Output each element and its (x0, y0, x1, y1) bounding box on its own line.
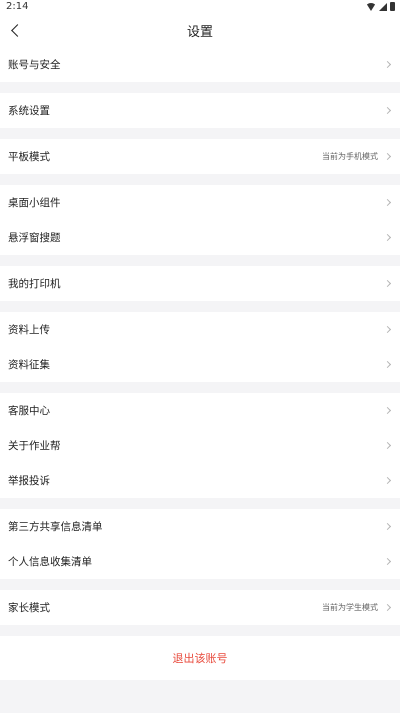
group-divider (0, 382, 400, 393)
chevron-right-icon (383, 106, 392, 115)
settings-item-account-security[interactable]: 账号与安全 (0, 47, 400, 82)
settings-item-label: 资料征集 (8, 359, 50, 371)
logout-section: 退出该账号 (0, 636, 400, 680)
settings-group-privacy: 第三方共享信息清单 个人信息收集清单 (0, 509, 400, 579)
group-divider (0, 174, 400, 185)
status-icons (366, 2, 395, 11)
logout-button[interactable]: 退出该账号 (173, 650, 228, 666)
settings-item-label: 个人信息收集清单 (8, 556, 92, 568)
wifi-icon (366, 2, 376, 11)
settings-item-tablet-mode[interactable]: 平板模式 当前为手机模式 (0, 139, 400, 174)
battery-icon (390, 2, 395, 11)
chevron-right-icon (383, 522, 392, 531)
page-title: 设置 (186, 25, 213, 40)
chevron-right-icon (383, 360, 392, 369)
settings-item-about[interactable]: 关于作业帮 (0, 428, 400, 463)
back-button[interactable] (4, 18, 28, 42)
settings-item-label: 桌面小组件 (8, 197, 61, 209)
settings-item-report[interactable]: 举报投诉 (0, 463, 400, 498)
chevron-right-icon (383, 557, 392, 566)
settings-item-personal-info-collection[interactable]: 个人信息收集清单 (0, 544, 400, 579)
settings-item-floating-search[interactable]: 悬浮窗搜题 (0, 220, 400, 255)
settings-group-system: 系统设置 (0, 93, 400, 128)
settings-group-account: 账号与安全 (0, 47, 400, 82)
group-divider (0, 579, 400, 590)
settings-item-parent-mode[interactable]: 家长模式 当前为学生模式 (0, 590, 400, 625)
settings-group-printer: 我的打印机 (0, 266, 400, 301)
settings-item-system-settings[interactable]: 系统设置 (0, 93, 400, 128)
nav-bar: 设置 (0, 14, 400, 47)
settings-group-materials: 资料上传 资料征集 (0, 312, 400, 382)
settings-item-label: 我的打印机 (8, 278, 61, 290)
settings-item-label: 客服中心 (8, 405, 50, 417)
group-divider (0, 255, 400, 266)
settings-group-parent: 家长模式 当前为学生模式 (0, 590, 400, 625)
status-time: 2:14 (6, 1, 29, 12)
group-divider (0, 625, 400, 636)
group-divider (0, 82, 400, 93)
group-divider (0, 301, 400, 312)
chevron-right-icon (383, 406, 392, 415)
settings-group-widgets: 桌面小组件 悬浮窗搜题 (0, 185, 400, 255)
chevron-right-icon (383, 233, 392, 242)
settings-item-label: 账号与安全 (8, 59, 61, 71)
signal-icon (379, 2, 387, 11)
settings-item-material-upload[interactable]: 资料上传 (0, 312, 400, 347)
settings-item-label: 平板模式 (8, 151, 50, 163)
settings-item-material-collection[interactable]: 资料征集 (0, 347, 400, 382)
settings-item-label: 资料上传 (8, 324, 50, 336)
group-divider (0, 498, 400, 509)
chevron-right-icon (383, 325, 392, 334)
settings-item-value: 当前为手机模式 (322, 152, 378, 161)
chevron-right-icon (383, 60, 392, 69)
settings-item-my-printer[interactable]: 我的打印机 (0, 266, 400, 301)
chevron-right-icon (383, 198, 392, 207)
settings-group-tablet: 平板模式 当前为手机模式 (0, 139, 400, 174)
settings-item-label: 悬浮窗搜题 (8, 232, 61, 244)
settings-item-customer-service[interactable]: 客服中心 (0, 393, 400, 428)
settings-item-label: 举报投诉 (8, 475, 50, 487)
group-divider (0, 128, 400, 139)
settings-item-third-party-sharing[interactable]: 第三方共享信息清单 (0, 509, 400, 544)
chevron-right-icon (383, 279, 392, 288)
chevron-right-icon (383, 476, 392, 485)
settings-item-label: 系统设置 (8, 105, 50, 117)
settings-item-value: 当前为学生模式 (322, 603, 378, 612)
settings-item-label: 家长模式 (8, 602, 50, 614)
chevron-left-icon (11, 23, 24, 37)
chevron-right-icon (383, 152, 392, 161)
settings-group-support: 客服中心 关于作业帮 举报投诉 (0, 393, 400, 498)
settings-item-desktop-widget[interactable]: 桌面小组件 (0, 185, 400, 220)
settings-item-label: 关于作业帮 (8, 440, 61, 452)
chevron-right-icon (383, 441, 392, 450)
status-bar: 2:14 (0, 0, 400, 14)
chevron-right-icon (383, 603, 392, 612)
settings-item-label: 第三方共享信息清单 (8, 521, 103, 533)
